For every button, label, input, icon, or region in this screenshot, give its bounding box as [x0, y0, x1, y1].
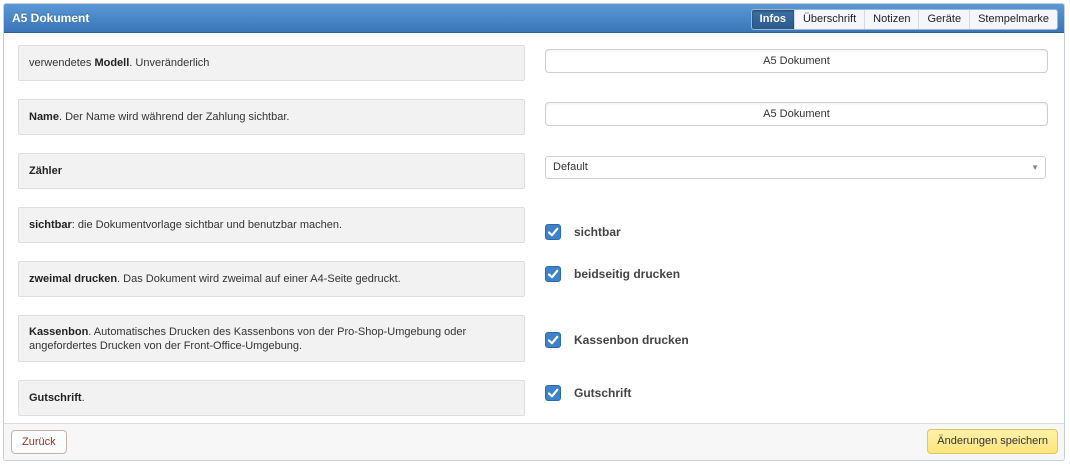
double-print-checkbox-row: beidseitig drucken	[545, 266, 680, 282]
document-panel: A5 Dokument Infos Überschrift Notizen Ge…	[3, 3, 1065, 461]
double-print-label: zweimal drucken. Das Dokument wird zweim…	[18, 261, 525, 297]
panel-header: A5 Dokument Infos Überschrift Notizen Ge…	[4, 4, 1064, 33]
model-label-text: . Unveränderlich	[129, 57, 210, 69]
tab-infos[interactable]: Infos	[751, 10, 794, 29]
save-changes-button[interactable]: Änderungen speichern	[927, 429, 1058, 454]
model-field[interactable]: A5 Dokument	[545, 49, 1048, 73]
panel-title: A5 Dokument	[12, 11, 90, 25]
tab-notizen[interactable]: Notizen	[864, 10, 918, 29]
panel-footer: Zurück Änderungen speichern	[4, 423, 1064, 460]
counter-label-bold: Zähler	[29, 165, 63, 177]
receipt-label-text: . Automatisches Drucken des Kassenbons v…	[29, 325, 467, 352]
chevron-down-icon: ▼	[1031, 163, 1039, 172]
credit-checkbox-row: Gutschrift	[545, 385, 631, 401]
counter-select[interactable]: Default ▼	[545, 156, 1046, 179]
tab-geraete[interactable]: Geräte	[918, 10, 969, 29]
checkmark-icon	[547, 335, 559, 345]
double-print-checkbox-label[interactable]: beidseitig drucken	[574, 267, 680, 281]
tab-bar: Infos Überschrift Notizen Geräte Stempel…	[750, 9, 1058, 30]
tab-ueberschrift[interactable]: Überschrift	[793, 10, 864, 29]
name-input[interactable]: A5 Dokument	[545, 102, 1048, 126]
model-label-bold: Modell	[94, 57, 130, 69]
visible-checkbox-label[interactable]: sichtbar	[574, 225, 621, 239]
double-print-label-text: . Das Dokument wird zweimal auf einer A4…	[117, 273, 401, 285]
receipt-checkbox-label[interactable]: Kassenbon drucken	[574, 333, 689, 347]
model-label-prefix: verwendetes	[29, 57, 95, 69]
back-button[interactable]: Zurück	[11, 430, 67, 454]
checkmark-icon	[547, 388, 559, 398]
receipt-checkbox[interactable]	[545, 332, 561, 348]
credit-label-bold: Gutschrift	[29, 392, 82, 404]
counter-label: Zähler	[18, 153, 525, 189]
name-label: Name. Der Name wird während der Zahlung …	[18, 99, 525, 135]
credit-checkbox[interactable]	[545, 385, 561, 401]
visible-checkbox[interactable]	[545, 224, 561, 240]
receipt-checkbox-row: Kassenbon drucken	[545, 332, 689, 348]
visible-label-text: : die Dokumentvorlage sichtbar und benut…	[71, 219, 343, 231]
name-label-bold: Name	[29, 111, 59, 123]
receipt-label-bold: Kassenbon	[29, 325, 89, 338]
checkmark-icon	[547, 269, 559, 279]
credit-label-text: .	[81, 392, 85, 404]
tab-stempelmarke[interactable]: Stempelmarke	[969, 10, 1057, 29]
model-label: verwendetes Modell. Unveränderlich	[18, 45, 525, 81]
double-print-checkbox[interactable]	[545, 266, 561, 282]
visible-checkbox-row: sichtbar	[545, 224, 621, 240]
credit-checkbox-label[interactable]: Gutschrift	[574, 386, 631, 400]
credit-label: Gutschrift.	[18, 380, 525, 416]
double-print-label-bold: zweimal drucken	[29, 273, 118, 285]
checkmark-icon	[547, 227, 559, 237]
name-label-text: . Der Name wird während der Zahlung sich…	[58, 111, 290, 123]
visible-label: sichtbar: die Dokumentvorlage sichtbar u…	[18, 207, 525, 243]
counter-select-value: Default	[553, 161, 588, 173]
visible-label-bold: sichtbar	[29, 219, 72, 231]
receipt-label: Kassenbon. Automatisches Drucken des Kas…	[18, 315, 525, 362]
